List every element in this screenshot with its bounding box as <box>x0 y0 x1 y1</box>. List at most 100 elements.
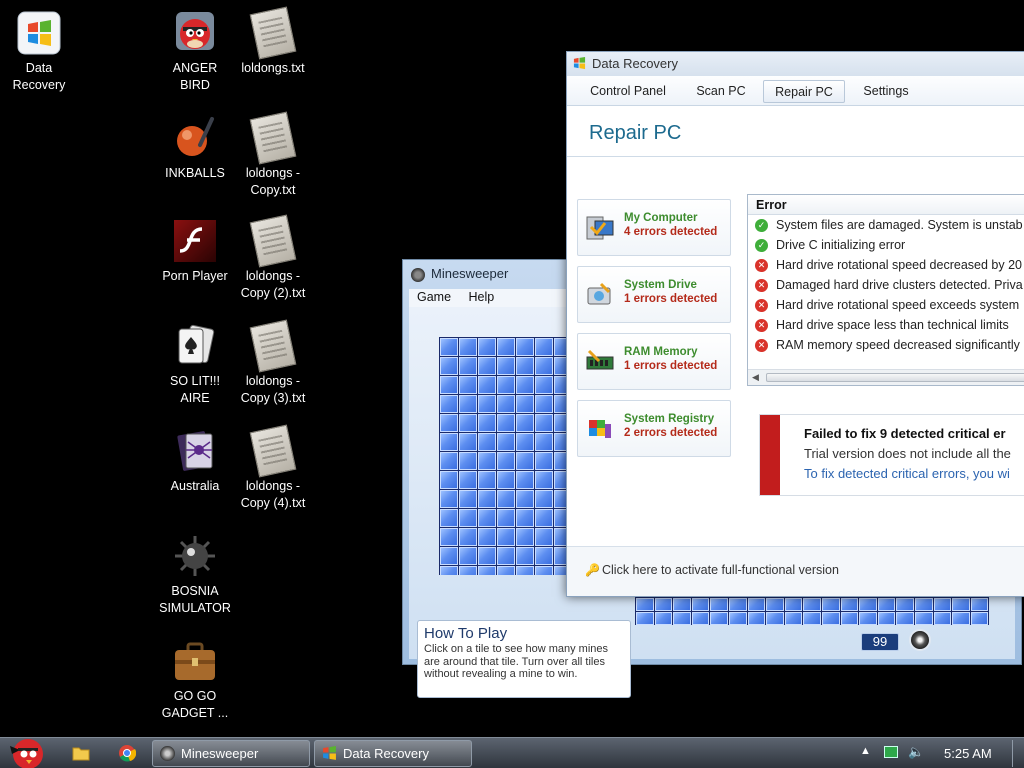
mine-tile[interactable] <box>497 471 515 489</box>
mine-tile[interactable] <box>459 566 477 575</box>
mine-tile[interactable] <box>497 490 515 508</box>
clock[interactable]: 5:25 AM <box>944 746 992 761</box>
mine-tile[interactable] <box>459 509 477 527</box>
mine-tile[interactable] <box>440 547 458 565</box>
mine-tile[interactable] <box>478 433 496 451</box>
mine-tile[interactable] <box>840 598 859 611</box>
mine-tile[interactable] <box>478 490 496 508</box>
mine-tile[interactable] <box>478 357 496 375</box>
tab-control-panel[interactable]: Control Panel <box>579 80 677 103</box>
mine-tile[interactable] <box>478 414 496 432</box>
mine-tile[interactable] <box>459 395 477 413</box>
mine-tile[interactable] <box>516 547 534 565</box>
category-system-drive[interactable]: System Drive 1 errors detected <box>577 266 731 323</box>
mine-tile[interactable] <box>535 395 553 413</box>
mine-tile[interactable] <box>896 598 914 611</box>
mine-tile[interactable] <box>636 598 654 611</box>
desktop-icon-loldongs-copy-3[interactable]: loldongs - Copy (3).txt <box>230 319 316 407</box>
mine-tile[interactable] <box>784 598 803 611</box>
mine-tile[interactable] <box>747 612 766 625</box>
mine-tile[interactable] <box>478 547 496 565</box>
mine-tile[interactable] <box>535 452 553 470</box>
mine-tile[interactable] <box>803 612 821 625</box>
mine-tile[interactable] <box>440 395 458 413</box>
minefield-grid-bottom[interactable] <box>635 597 989 625</box>
mine-tile[interactable] <box>933 612 952 625</box>
mine-tile[interactable] <box>440 566 458 575</box>
mine-tile[interactable] <box>535 376 553 394</box>
mine-tile[interactable] <box>440 490 458 508</box>
mine-tile[interactable] <box>535 338 553 356</box>
mine-tile[interactable] <box>478 509 496 527</box>
mine-tile[interactable] <box>478 528 496 546</box>
show-hidden-icons-icon[interactable]: ▲ <box>860 745 871 757</box>
mine-tile[interactable] <box>478 338 496 356</box>
mine-tile[interactable] <box>821 598 840 611</box>
mine-tile[interactable] <box>516 566 534 575</box>
mine-tile[interactable] <box>440 471 458 489</box>
mine-tile[interactable] <box>728 612 747 625</box>
mine-tile[interactable] <box>535 490 553 508</box>
mine-tile[interactable] <box>914 598 933 611</box>
desktop-icon-loldongs-copy[interactable]: loldongs - Copy.txt <box>230 111 316 199</box>
tab-scan-pc[interactable]: Scan PC <box>687 80 755 103</box>
desktop-icon-data-recovery[interactable]: Data Recovery <box>0 10 82 94</box>
mine-tile[interactable] <box>766 612 784 625</box>
mine-tile[interactable] <box>497 528 515 546</box>
minefield-grid[interactable] <box>439 337 571 575</box>
category-ram-memory[interactable]: RAM Memory 1 errors detected <box>577 333 731 390</box>
mine-tile[interactable] <box>459 528 477 546</box>
tab-settings[interactable]: Settings <box>853 80 919 103</box>
desktop-icon-go-go-gadget[interactable]: GO GO GADGET ... <box>152 638 238 722</box>
mine-tile[interactable] <box>478 471 496 489</box>
mine-tile[interactable] <box>766 598 784 611</box>
mine-tile[interactable] <box>516 357 534 375</box>
mine-tile[interactable] <box>440 433 458 451</box>
horizontal-scrollbar[interactable]: ◀ <box>748 369 1024 385</box>
mine-tile[interactable] <box>497 414 515 432</box>
activate-link[interactable]: Click here to activate full-functional v… <box>602 563 839 577</box>
desktop-icon-australia[interactable]: Australia <box>152 428 238 495</box>
desktop-icon-anger-bird[interactable]: ANGER BIRD <box>152 10 238 94</box>
taskbar-button-data-recovery[interactable]: Data Recovery <box>314 740 472 767</box>
mine-tile[interactable] <box>516 452 534 470</box>
mine-tile[interactable] <box>440 376 458 394</box>
mine-tile[interactable] <box>497 338 515 356</box>
desktop-icon-loldongs-copy-2[interactable]: loldongs - Copy (2).txt <box>230 214 316 302</box>
mine-tile[interactable] <box>497 376 515 394</box>
activate-footer[interactable]: 🔑 Click here to activate full-functional… <box>567 546 1024 596</box>
failure-fix-link[interactable]: To fix detected critical errors, you wi <box>804 466 1010 481</box>
show-desktop-button[interactable] <box>1012 740 1024 767</box>
mine-tile[interactable] <box>859 612 877 625</box>
action-center-icon[interactable] <box>884 746 898 758</box>
mine-tile[interactable] <box>821 612 840 625</box>
mine-tile[interactable] <box>970 598 989 611</box>
desktop-icon-bosnia-simulator[interactable]: BOSNIA SIMULATOR <box>152 533 238 617</box>
mine-tile[interactable] <box>516 509 534 527</box>
mine-tile[interactable] <box>459 357 477 375</box>
mine-tile[interactable] <box>516 414 534 432</box>
taskbar-button-minesweeper[interactable]: Minesweeper <box>152 740 310 767</box>
mine-tile[interactable] <box>803 598 821 611</box>
tab-repair-pc[interactable]: Repair PC <box>763 80 845 103</box>
mine-tile[interactable] <box>516 471 534 489</box>
mine-tile[interactable] <box>654 598 673 611</box>
mine-tile[interactable] <box>459 471 477 489</box>
mine-tile[interactable] <box>497 452 515 470</box>
mine-tile[interactable] <box>459 490 477 508</box>
mine-tile[interactable] <box>535 528 553 546</box>
mine-tile[interactable] <box>478 395 496 413</box>
mine-tile[interactable] <box>654 612 673 625</box>
desktop-icon-so-lit-aire[interactable]: SO LIT!!! AIRE <box>152 323 238 407</box>
mine-tile[interactable] <box>497 509 515 527</box>
mine-tile[interactable] <box>877 598 896 611</box>
data-recovery-window[interactable]: Data Recovery Control Panel Scan PC Repa… <box>566 51 1024 597</box>
mine-tile[interactable] <box>497 547 515 565</box>
mine-tile[interactable] <box>535 433 553 451</box>
mine-tile[interactable] <box>970 612 989 625</box>
start-button[interactable] <box>4 732 50 768</box>
mine-tile[interactable] <box>440 414 458 432</box>
mine-tile[interactable] <box>710 598 728 611</box>
mine-tile[interactable] <box>636 612 654 625</box>
mine-tile[interactable] <box>896 612 914 625</box>
